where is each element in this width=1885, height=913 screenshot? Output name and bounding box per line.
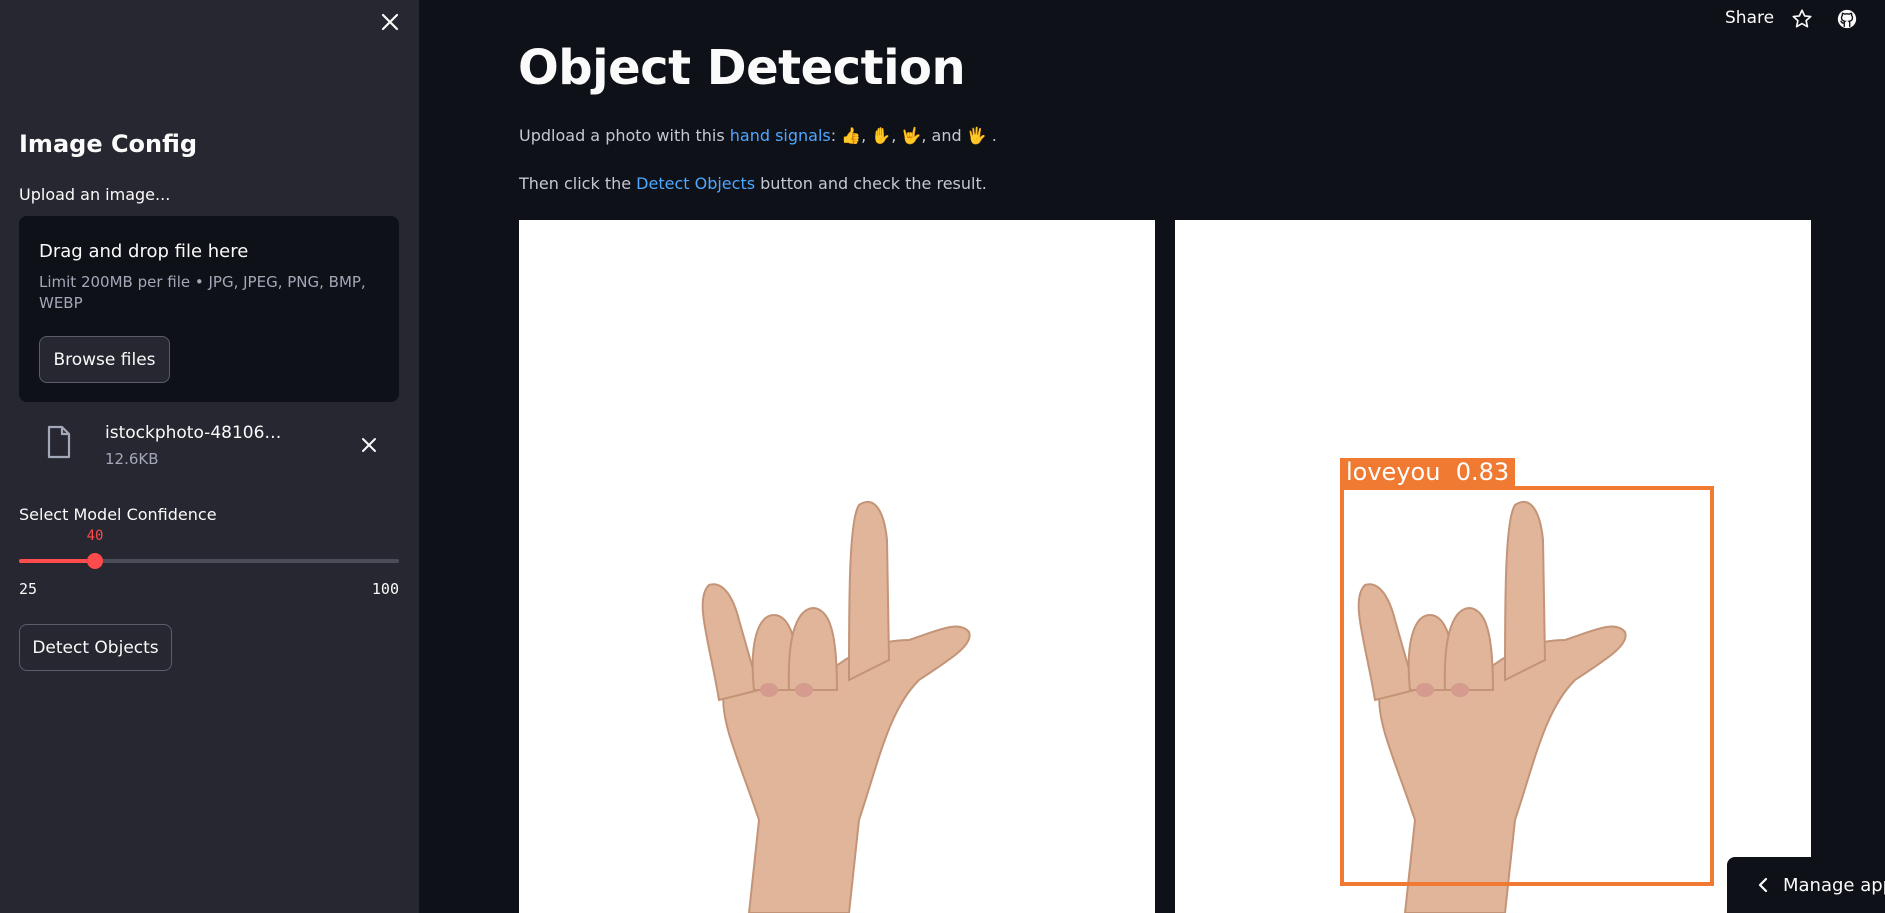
manage-app-button[interactable]: Manage app: [1727, 857, 1885, 913]
dropzone-title: Drag and drop file here: [39, 241, 249, 262]
uploaded-image: [519, 220, 1155, 913]
slider-max: 100: [371, 580, 399, 598]
upload-label: Upload an image...: [19, 185, 171, 204]
manage-app-label: Manage app: [1783, 874, 1885, 896]
sidebar: Image Config Upload an image... Drag and…: [0, 0, 419, 913]
instruction-text: button and check the result.: [755, 174, 987, 193]
slider-fill: [19, 559, 95, 563]
detection-bounding-box: [1340, 486, 1714, 886]
sidebar-title: Image Config: [19, 130, 198, 158]
slider-min: 25: [19, 580, 38, 598]
instruction-text: , and: [921, 126, 967, 145]
raised-hand-icon: ✋: [871, 126, 892, 145]
detection-label: loveyou 0.83: [1340, 458, 1516, 486]
detection-result-image: loveyou 0.83: [1175, 220, 1811, 913]
hand-image: [701, 500, 971, 913]
slider-value: 40: [86, 528, 104, 544]
detection-confidence: 0.83: [1455, 458, 1510, 486]
remove-file-icon[interactable]: [355, 431, 383, 459]
thumbs-up-icon: 👍: [841, 126, 862, 145]
uploaded-file-name: istockphoto-481062568-612x612.jpg: [105, 423, 285, 443]
hand-signals-link[interactable]: hand signals: [730, 126, 831, 145]
instruction-text: Updload a photo with this: [519, 126, 730, 145]
page-title: Object Detection: [518, 40, 966, 96]
slider-thumb[interactable]: [87, 553, 103, 569]
hand-splayed-icon: 🖐: [966, 126, 987, 145]
file-icon: [46, 425, 72, 463]
confidence-slider-label: Select Model Confidence: [19, 505, 217, 524]
confidence-slider[interactable]: 40: [19, 528, 399, 569]
browse-files-button[interactable]: Browse files: [39, 336, 170, 383]
separator: ,: [891, 126, 902, 145]
love-you-gesture-icon: 🤟: [901, 126, 922, 145]
instruction-line-2: Then click the Detect Objects button and…: [519, 174, 987, 193]
dropzone-limit-text: Limit 200MB per file • JPG, JPEG, PNG, B…: [39, 273, 366, 312]
instruction-text: Then click the: [519, 174, 637, 193]
github-icon[interactable]: [1834, 6, 1860, 32]
detection-class: loveyou: [1346, 458, 1441, 486]
star-icon[interactable]: [1789, 6, 1815, 32]
uploaded-file-size: 12.6KB: [105, 450, 159, 468]
separator: .: [986, 126, 997, 145]
uploaded-file-row: istockphoto-481062568-612x612.jpg 12.6KB: [19, 415, 399, 475]
share-button[interactable]: Share: [1725, 8, 1774, 28]
file-dropzone[interactable]: Drag and drop file here Limit 200MB per …: [19, 216, 399, 402]
instruction-line-1: Updload a photo with this hand signals: …: [519, 126, 997, 145]
chevron-left-icon: [1757, 877, 1769, 893]
separator: ,: [861, 126, 872, 145]
close-sidebar-icon[interactable]: [376, 8, 404, 36]
instruction-text: :: [830, 126, 842, 145]
detect-objects-button[interactable]: Detect Objects: [19, 624, 172, 671]
detect-objects-link[interactable]: Detect Objects: [636, 174, 755, 193]
